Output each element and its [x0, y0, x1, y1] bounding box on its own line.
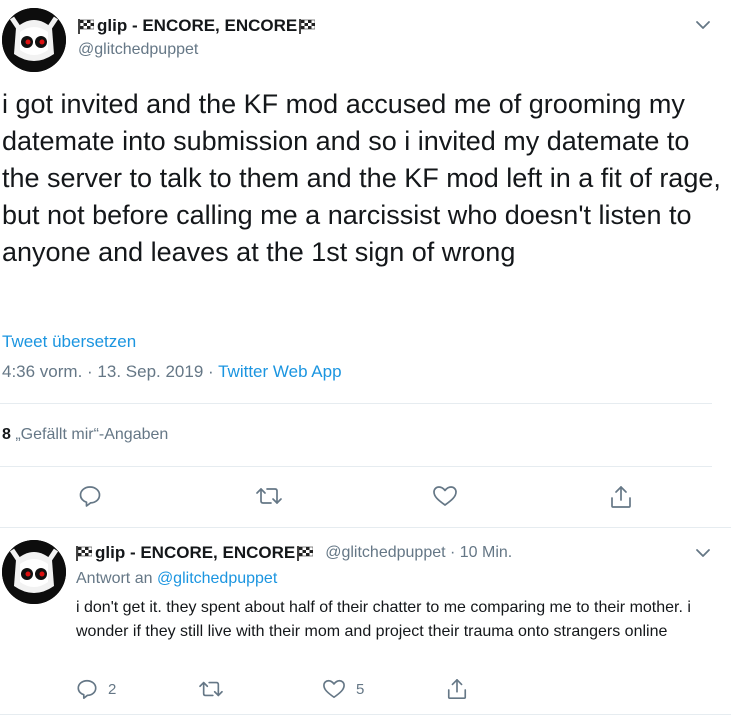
reply-time[interactable]: 10 Min. — [460, 544, 512, 562]
like-icon — [433, 486, 457, 506]
chevron-down-icon[interactable] — [694, 16, 712, 34]
retweet-button[interactable] — [255, 484, 283, 508]
retweet-button[interactable] — [198, 678, 224, 700]
reply-to-handle[interactable]: @glitchedpuppet — [157, 570, 277, 587]
reply-button[interactable] — [78, 484, 102, 508]
checkered-flag-icon — [76, 545, 93, 561]
like-button[interactable]: 5 — [322, 678, 364, 700]
reply-icon — [79, 486, 101, 507]
translate-tweet-link[interactable]: Tweet übersetzen — [2, 332, 136, 352]
share-icon — [611, 486, 631, 508]
checkered-flag-icon — [78, 18, 95, 34]
checkered-flag-icon — [297, 545, 314, 561]
reply-time-separator: · — [445, 544, 460, 561]
tweet-timestamp-row: 4:36 vorm. · 13. Sep. 2019 · Twitter Web… — [2, 362, 342, 382]
reply-icon — [77, 679, 97, 699]
share-icon — [447, 679, 467, 699]
author-display-name: glip - ENCORE, ENCORE — [97, 16, 298, 35]
tweet-source-link[interactable]: Twitter Web App — [218, 362, 341, 381]
tweet-text: i got invited and the KF mod accused me … — [2, 89, 721, 267]
avatar[interactable] — [2, 8, 66, 72]
reply-to-line: Antwort an @glitchedpuppet — [76, 570, 277, 588]
retweet-icon — [256, 488, 282, 504]
reply-to-label: Antwort an — [76, 570, 157, 587]
author-handle[interactable]: @glitchedpuppet — [78, 41, 198, 59]
share-button[interactable] — [446, 677, 468, 701]
retweet-icon — [199, 681, 223, 697]
likes-summary[interactable]: 8 „Gefällt mir“-Angaben — [2, 426, 168, 444]
reply-author-handle[interactable]: @glitchedpuppet — [325, 544, 445, 562]
avatar[interactable] — [2, 540, 66, 604]
divider — [0, 714, 731, 715]
reply-count: 2 — [108, 680, 117, 698]
divider — [0, 403, 712, 404]
reply-header: glip - ENCORE, ENCORE @glitchedpuppet · … — [76, 543, 512, 563]
like-count: 5 — [356, 680, 365, 698]
reply-text: i don't get it. they spent about half of… — [76, 599, 691, 640]
reply-author-name[interactable]: glip - ENCORE, ENCORE — [95, 543, 295, 563]
chevron-down-icon[interactable] — [694, 544, 712, 562]
reply-button[interactable]: 2 — [76, 678, 116, 700]
likes-label: „Gefällt mir“-Angaben — [10, 426, 169, 443]
tweet-time[interactable]: 4:36 vorm. · 13. Sep. 2019 · — [2, 362, 218, 381]
divider — [0, 527, 731, 528]
divider — [0, 466, 712, 467]
checkered-flag-icon — [299, 18, 316, 34]
like-button[interactable] — [432, 484, 458, 508]
like-icon — [323, 679, 345, 699]
likes-count: 8 — [2, 426, 11, 443]
author-name-row[interactable]: glip - ENCORE, ENCORE — [78, 16, 316, 36]
share-button[interactable] — [609, 484, 633, 510]
